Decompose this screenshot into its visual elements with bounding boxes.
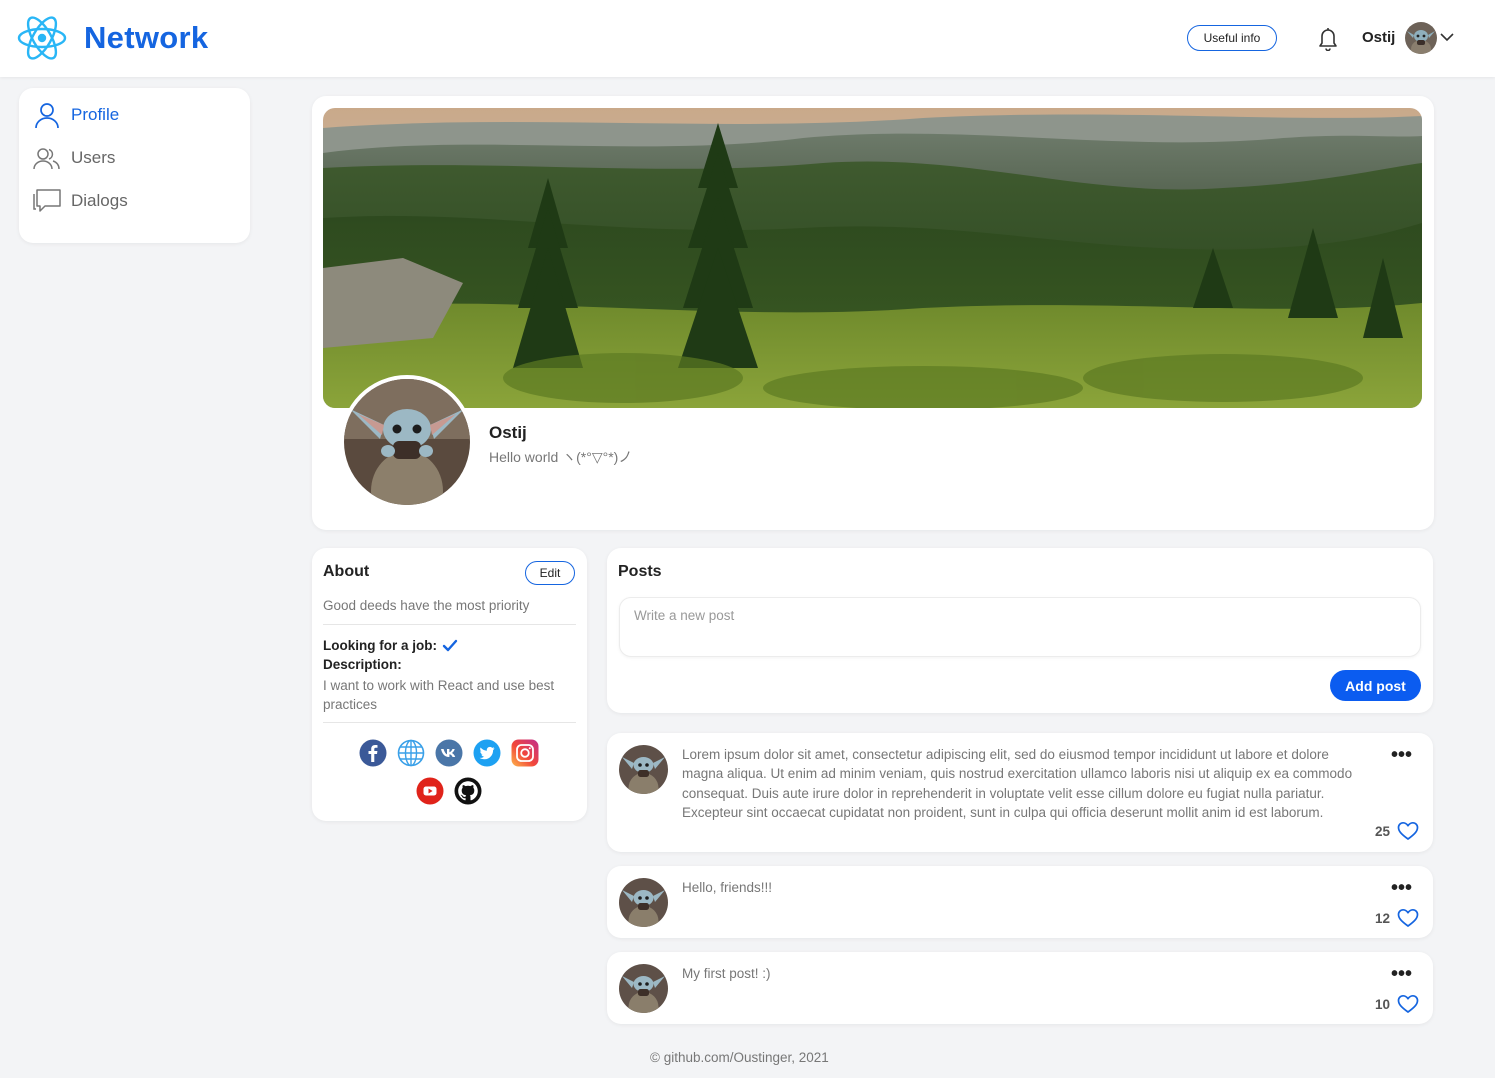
notification-bell-icon[interactable]	[1316, 25, 1340, 51]
new-post-input[interactable]	[619, 597, 1421, 657]
cover-image	[323, 108, 1422, 408]
sidebar-item-label: Users	[71, 148, 116, 167]
chat-icon	[33, 189, 61, 212]
heart-icon[interactable]	[1397, 908, 1419, 928]
post-text: Hello, friends!!!	[682, 880, 773, 895]
more-options-icon[interactable]: •••	[1391, 964, 1412, 984]
post-text: My first post! :)	[682, 966, 771, 981]
more-options-icon[interactable]: •••	[1391, 745, 1412, 765]
twitter-icon[interactable]	[473, 739, 501, 767]
description-label: Description:	[323, 657, 402, 672]
youtube-icon[interactable]	[416, 777, 444, 805]
post-item: My first post! :) ••• 10	[607, 952, 1433, 1024]
avatar-image	[619, 745, 668, 794]
useful-info-button[interactable]: Useful info	[1187, 25, 1277, 51]
logo[interactable]: Network	[17, 14, 208, 62]
header-user-name[interactable]: Ostij	[1362, 29, 1395, 46]
avatar-image	[1405, 22, 1437, 54]
landscape-image	[323, 108, 1422, 408]
add-post-button[interactable]: Add post	[1330, 670, 1421, 701]
posts-card: Posts Add post	[607, 548, 1433, 713]
users-icon	[33, 148, 60, 170]
sidebar: Profile Users Dialogs	[19, 88, 250, 243]
post-likes[interactable]: 10	[1375, 994, 1419, 1014]
post-avatar[interactable]	[619, 745, 668, 794]
description-text: I want to work with React and use best p…	[323, 678, 555, 712]
about-title: About	[323, 563, 370, 580]
heart-icon[interactable]	[1397, 994, 1419, 1014]
profile-name: Ostij	[489, 423, 527, 442]
divider	[323, 624, 576, 625]
user-icon	[35, 103, 59, 129]
sidebar-item-users[interactable]: Users	[33, 144, 115, 172]
profile-avatar[interactable]	[340, 375, 474, 509]
facebook-icon[interactable]	[359, 739, 387, 767]
looking-for-job: Looking for a job:	[323, 638, 458, 653]
heart-icon[interactable]	[1397, 821, 1419, 841]
instagram-icon[interactable]	[511, 739, 539, 767]
like-count: 10	[1374, 996, 1390, 1012]
more-options-icon[interactable]: •••	[1391, 878, 1412, 898]
post-avatar[interactable]	[619, 964, 668, 1013]
react-logo-icon	[17, 16, 67, 60]
about-card: About Edit Good deeds have the most prio…	[312, 548, 587, 821]
github-icon[interactable]	[454, 777, 482, 805]
sidebar-item-label: Profile	[71, 105, 120, 124]
vk-icon[interactable]	[435, 739, 463, 767]
avatar-image	[619, 878, 668, 927]
chevron-down-icon[interactable]	[1440, 32, 1454, 42]
like-count: 25	[1374, 823, 1390, 839]
about-me-text: Good deeds have the most priority	[323, 598, 530, 613]
posts-title: Posts	[618, 563, 662, 580]
post-likes[interactable]: 25	[1375, 821, 1419, 841]
post-likes[interactable]: 12	[1375, 908, 1419, 928]
post-item: Lorem ipsum dolor sit amet, consectetur …	[607, 733, 1433, 852]
app-header: Network Useful info Ostij	[0, 0, 1495, 77]
profile-status: Hello world ヽ(*°▽°*)ノ	[489, 449, 633, 465]
looking-for-job-label: Looking for a job:	[323, 638, 437, 653]
post-item: Hello, friends!!! ••• 12	[607, 866, 1433, 938]
post-text: Lorem ipsum dolor sit amet, consectetur …	[682, 747, 1353, 820]
post-avatar[interactable]	[619, 878, 668, 927]
profile-card: Ostij Hello world ヽ(*°▽°*)ノ	[312, 96, 1434, 530]
app-name: Network	[84, 20, 209, 55]
avatar-image	[344, 379, 470, 505]
sidebar-item-profile[interactable]: Profile	[33, 101, 119, 129]
avatar-image	[619, 964, 668, 1013]
sidebar-item-label: Dialogs	[71, 191, 128, 210]
header-avatar[interactable]	[1405, 22, 1437, 54]
sidebar-item-dialogs[interactable]: Dialogs	[33, 187, 128, 215]
divider	[323, 722, 576, 723]
like-count: 12	[1374, 910, 1390, 926]
website-icon[interactable]	[397, 739, 425, 767]
edit-button[interactable]: Edit	[525, 561, 575, 585]
checkmark-icon	[442, 639, 458, 651]
footer-text[interactable]: © github.com/Oustinger, 2021	[650, 1050, 829, 1065]
